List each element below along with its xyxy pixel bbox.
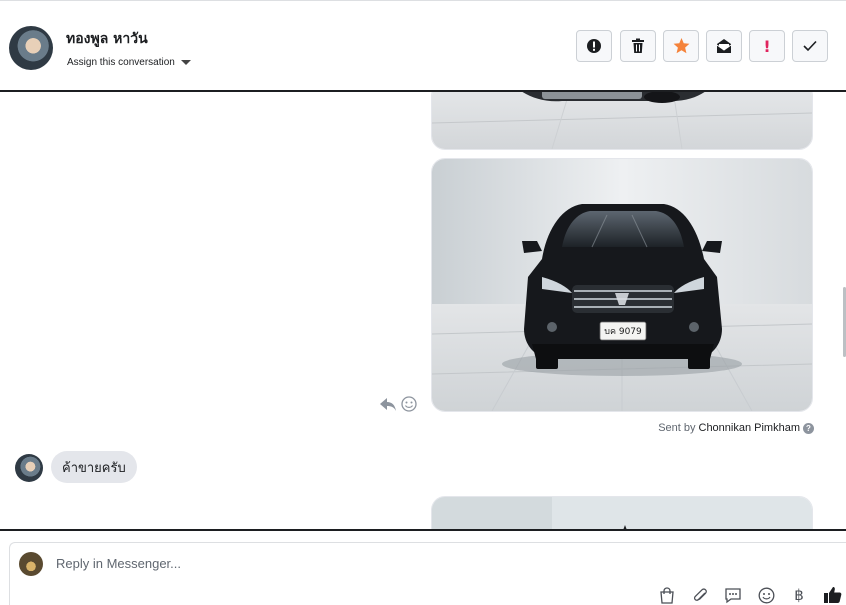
license-plate: บค 9079 [604,327,642,337]
like-icon[interactable] [822,586,842,604]
star-icon [673,38,689,54]
sent-by-label: Sent by Chonnikan Pimkham ? [658,422,814,434]
star-button[interactable] [663,30,699,62]
reply-input[interactable] [54,555,758,572]
assign-conversation-dropdown[interactable]: Assign this conversation [67,57,191,68]
page-avatar [19,552,43,576]
caret-down-icon [180,59,191,65]
message-image[interactable]: บค 9079 [431,158,813,412]
message-actions [379,396,417,412]
contact-avatar[interactable] [9,26,53,70]
reply-icon[interactable] [379,396,397,412]
contact-name[interactable]: ทองพูล หาวัน [66,28,148,50]
message-image[interactable] [431,496,813,529]
conversation-header: ทองพูล หาวัน Assign this conversation ! [0,0,846,91]
baht-icon[interactable]: ฿ [789,586,809,604]
shopping-bag-icon[interactable] [657,586,677,604]
sender-name: Chonnikan Pimkham [698,422,801,434]
follow-up-button[interactable]: ! [749,30,785,62]
envelope-icon [716,39,732,53]
trash-icon [632,38,644,53]
paperclip-icon[interactable] [690,586,710,604]
car-photo-partial [432,92,812,149]
delete-button[interactable] [620,30,656,62]
baht-glyph: ฿ [794,586,804,604]
emoji-reaction-icon[interactable] [401,396,417,412]
assign-label: Assign this conversation [67,57,175,68]
message-text: ค้าขายครับ [62,460,126,476]
message-thread[interactable]: บค 9079 Sent by Chonnikan Pimkham ? ค้าข… [0,90,846,531]
alert-circle-icon [587,39,601,53]
reply-composer: ฿ [9,542,846,605]
exclamation-icon: ! [763,36,771,56]
contact-avatar-small[interactable] [15,454,43,482]
saved-replies-icon[interactable] [723,586,743,604]
sent-by-prefix: Sent by [658,422,696,434]
mark-unread-button[interactable] [706,30,742,62]
spam-button[interactable] [576,30,612,62]
message-image[interactable] [431,92,813,150]
composer-toolbar: ฿ [657,586,842,604]
mark-done-button[interactable] [792,30,828,62]
car-photo: บค 9079 [432,159,812,411]
emoji-icon[interactable] [756,586,776,604]
help-icon[interactable]: ? [803,422,814,434]
car-photo-partial [432,497,812,529]
check-icon [803,40,817,52]
incoming-message-bubble[interactable]: ค้าขายครับ [51,451,137,483]
